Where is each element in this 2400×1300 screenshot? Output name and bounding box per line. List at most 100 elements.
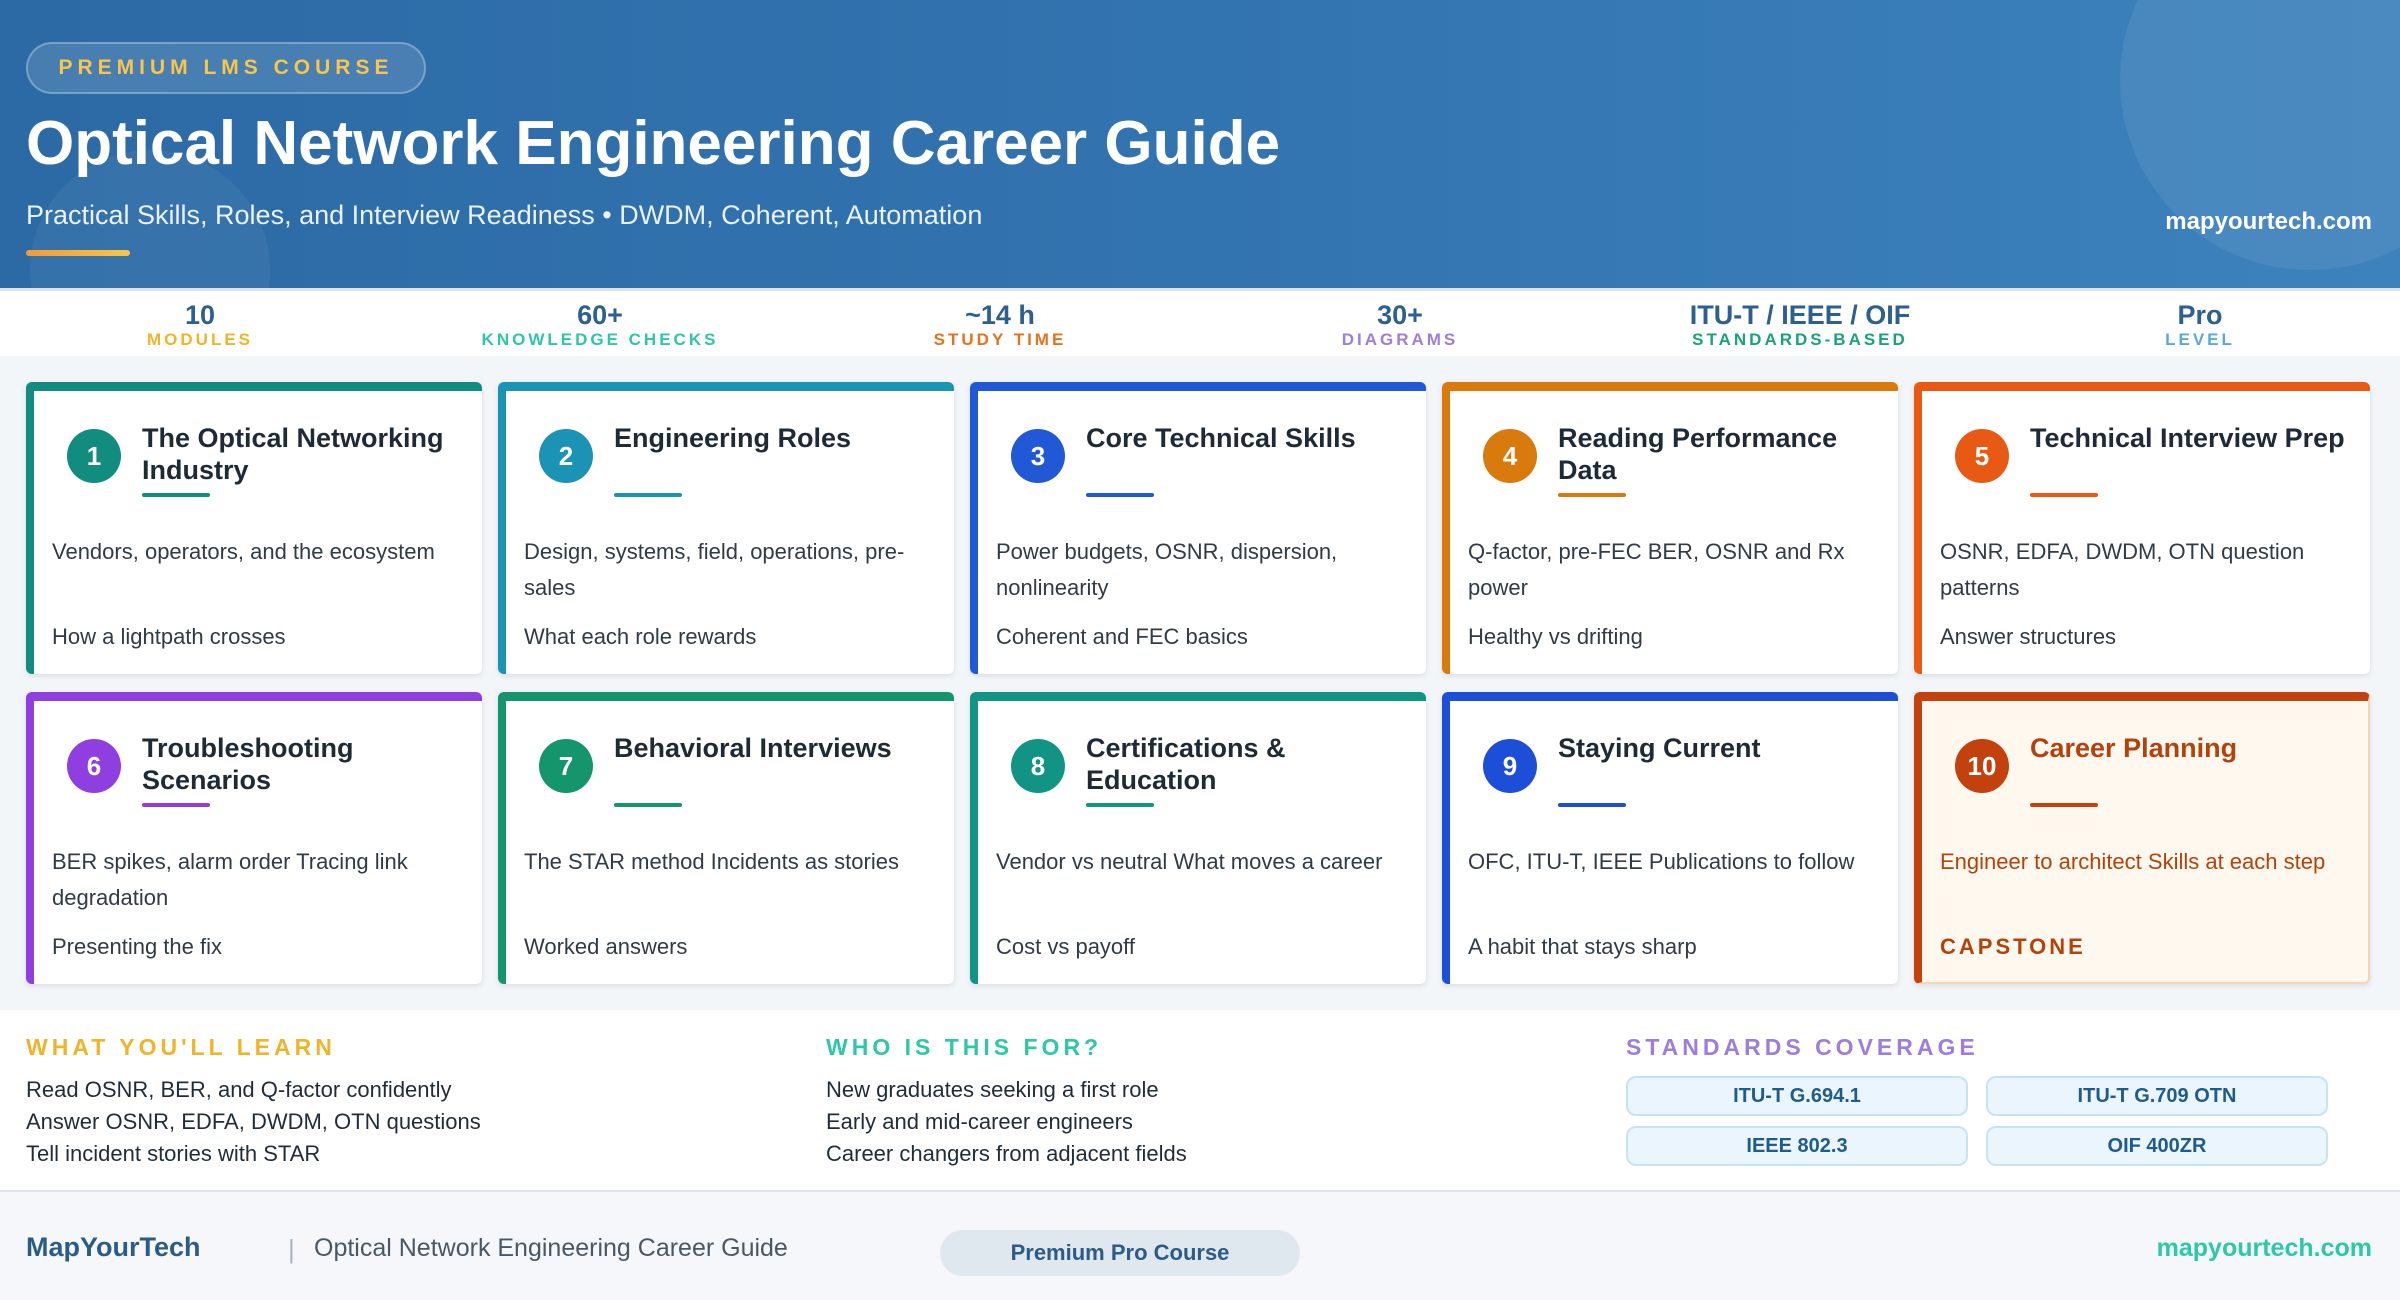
footer-title: Optical Network Engineering Career Guide bbox=[314, 1234, 788, 1262]
audience-item: Early and mid-career engineers bbox=[826, 1109, 1133, 1134]
module-card-7[interactable]: 7 Behavioral Interviews The STAR method … bbox=[498, 692, 954, 984]
title-underline bbox=[614, 493, 682, 497]
module-number: 3 bbox=[1011, 429, 1065, 483]
stat-label: DIAGRAMS bbox=[1341, 330, 1459, 349]
standard-pill: OIF 400ZR bbox=[1986, 1126, 2328, 1166]
course-info-section: WHAT YOU'LL LEARN Read OSNR, BER, and Q-… bbox=[0, 1010, 2400, 1190]
learn-item: Read OSNR, BER, and Q-factor confidently bbox=[26, 1077, 452, 1102]
module-title: The Optical Networking Industry bbox=[142, 423, 444, 485]
module-title: Staying Current bbox=[1558, 733, 1761, 763]
stat-value: 60+ bbox=[577, 300, 623, 330]
stat-label: LEVEL bbox=[2165, 330, 2235, 349]
module-extra: Healthy vs drifting bbox=[1468, 624, 1643, 649]
learn-item: Answer OSNR, EDFA, DWDM, OTN questions bbox=[26, 1109, 481, 1134]
module-card-10[interactable]: 10 Career Planning Engineer to architect… bbox=[1914, 692, 2370, 984]
module-number: 4 bbox=[1483, 429, 1537, 483]
module-extra: Coherent and FEC basics bbox=[996, 624, 1248, 649]
learn-item: Tell incident stories with STAR bbox=[26, 1141, 321, 1166]
module-title: Reading Performance Data bbox=[1558, 423, 1838, 485]
module-card-8[interactable]: 8 Certifications & Education Vendor vs n… bbox=[970, 692, 1426, 984]
module-description: BER spikes, alarm order Tracing link deg… bbox=[52, 849, 408, 910]
standard-pill: ITU-T G.709 OTN bbox=[1986, 1076, 2328, 1116]
stat-standards: ITU-T / IEEE / OIF STANDARDS-BASED bbox=[1600, 301, 2000, 351]
module-description: Power budgets, OSNR, dispersion, nonline… bbox=[996, 539, 1338, 600]
title-underline bbox=[614, 803, 682, 807]
module-card-1[interactable]: 1 The Optical Networking Industry Vendor… bbox=[26, 382, 482, 674]
module-description: Vendors, operators, and the ecosystem bbox=[52, 539, 435, 564]
audience-item: Career changers from adjacent fields bbox=[826, 1141, 1187, 1166]
module-description: Vendor vs neutral What moves a career bbox=[996, 849, 1383, 874]
module-description: The STAR method Incidents as stories bbox=[524, 849, 899, 874]
module-description: OFC, ITU-T, IEEE Publications to follow bbox=[1468, 849, 1855, 874]
accent-line bbox=[26, 250, 130, 256]
stat-value: 30+ bbox=[1377, 300, 1423, 330]
module-number: 10 bbox=[1955, 739, 2009, 793]
audience-heading: WHO IS THIS FOR? bbox=[826, 1034, 1103, 1060]
learn-list: Read OSNR, BER, and Q-factor confidently… bbox=[26, 1074, 481, 1170]
module-description: OSNR, EDFA, DWDM, OTN question patterns bbox=[1940, 539, 2305, 600]
footer-brand[interactable]: MapYourTech bbox=[26, 1232, 201, 1263]
title-underline bbox=[142, 803, 210, 807]
module-extra: Cost vs payoff bbox=[996, 934, 1135, 959]
stat-study-time: ~14 h STUDY TIME bbox=[800, 301, 1200, 351]
module-card-9[interactable]: 9 Staying Current OFC, ITU-T, IEEE Publi… bbox=[1442, 692, 1898, 984]
audience-list: New graduates seeking a first role Early… bbox=[826, 1074, 1187, 1170]
module-number: 9 bbox=[1483, 739, 1537, 793]
title-underline bbox=[1558, 803, 1626, 807]
stat-label: STUDY TIME bbox=[933, 330, 1067, 349]
page-title: Optical Network Engineering Career Guide bbox=[26, 109, 1281, 178]
module-extra: Presenting the fix bbox=[52, 934, 222, 959]
module-number: 8 bbox=[1011, 739, 1065, 793]
module-number: 1 bbox=[67, 429, 121, 483]
footer: MapYourTech | Optical Network Engineerin… bbox=[0, 1190, 2400, 1300]
stats-bar: 10 MODULES 60+ KNOWLEDGE CHECKS ~14 h ST… bbox=[0, 288, 2400, 356]
module-extra: A habit that stays sharp bbox=[1468, 934, 1697, 959]
module-description: Design, systems, field, operations, pre-… bbox=[524, 539, 905, 600]
stat-value: ITU-T / IEEE / OIF bbox=[1689, 300, 1911, 330]
module-title: Certifications & Education bbox=[1086, 733, 1286, 795]
module-title: Engineering Roles bbox=[614, 423, 852, 453]
module-extra: Answer structures bbox=[1940, 624, 2117, 649]
module-card-5[interactable]: 5 Technical Interview Prep OSNR, EDFA, D… bbox=[1914, 382, 2370, 674]
module-extra: What each role rewards bbox=[524, 624, 757, 649]
stat-diagrams: 30+ DIAGRAMS bbox=[1200, 301, 1600, 351]
title-underline bbox=[142, 493, 210, 497]
module-number: 5 bbox=[1955, 429, 2009, 483]
page-subtitle: Practical Skills, Roles, and Interview R… bbox=[26, 200, 983, 230]
standard-pill: ITU-T G.694.1 bbox=[1626, 1076, 1968, 1116]
module-card-3[interactable]: 3 Core Technical Skills Power budgets, O… bbox=[970, 382, 1426, 674]
title-underline bbox=[1086, 803, 1154, 807]
footer-separator: | bbox=[288, 1234, 295, 1264]
standards-heading: STANDARDS COVERAGE bbox=[1626, 1034, 1979, 1060]
stat-knowledge-checks: 60+ KNOWLEDGE CHECKS bbox=[400, 301, 800, 351]
stat-modules: 10 MODULES bbox=[0, 301, 400, 351]
title-underline bbox=[1086, 493, 1154, 497]
module-title: Core Technical Skills bbox=[1086, 423, 1356, 453]
module-number: 7 bbox=[539, 739, 593, 793]
module-card-6[interactable]: 6 Troubleshooting Scenarios BER spikes, … bbox=[26, 692, 482, 984]
course-badge: PREMIUM LMS COURSE bbox=[26, 42, 426, 94]
header-site-link[interactable]: mapyourtech.com bbox=[2165, 208, 2372, 236]
module-extra: How a lightpath crosses bbox=[52, 624, 286, 649]
stat-value: Pro bbox=[2177, 300, 2223, 330]
module-extra: Worked answers bbox=[524, 934, 688, 959]
audience-item: New graduates seeking a first role bbox=[826, 1077, 1159, 1102]
module-description: Q-factor, pre-FEC BER, OSNR and Rx power bbox=[1468, 539, 1845, 600]
module-title: Career Planning bbox=[2030, 733, 2238, 763]
module-card-4[interactable]: 4 Reading Performance Data Q-factor, pre… bbox=[1442, 382, 1898, 674]
module-card-2[interactable]: 2 Engineering Roles Design, systems, fie… bbox=[498, 382, 954, 674]
hero-header: PREMIUM LMS COURSE Optical Network Engin… bbox=[0, 0, 2400, 288]
module-number: 6 bbox=[67, 739, 121, 793]
standard-pill: IEEE 802.3 bbox=[1626, 1126, 1968, 1166]
stat-value: 10 bbox=[184, 300, 216, 330]
stat-label: MODULES bbox=[147, 330, 253, 349]
stat-label: STANDARDS-BASED bbox=[1692, 330, 1908, 349]
footer-course-pill: Premium Pro Course bbox=[940, 1230, 1300, 1276]
footer-site-link[interactable]: mapyourtech.com bbox=[2157, 1234, 2372, 1263]
stat-value: ~14 h bbox=[965, 300, 1035, 330]
capstone-label: CAPSTONE bbox=[1940, 934, 2086, 959]
title-underline bbox=[2030, 803, 2098, 807]
learn-heading: WHAT YOU'LL LEARN bbox=[26, 1034, 336, 1060]
stat-level: Pro LEVEL bbox=[2000, 301, 2400, 351]
module-title: Troubleshooting Scenarios bbox=[142, 733, 354, 795]
